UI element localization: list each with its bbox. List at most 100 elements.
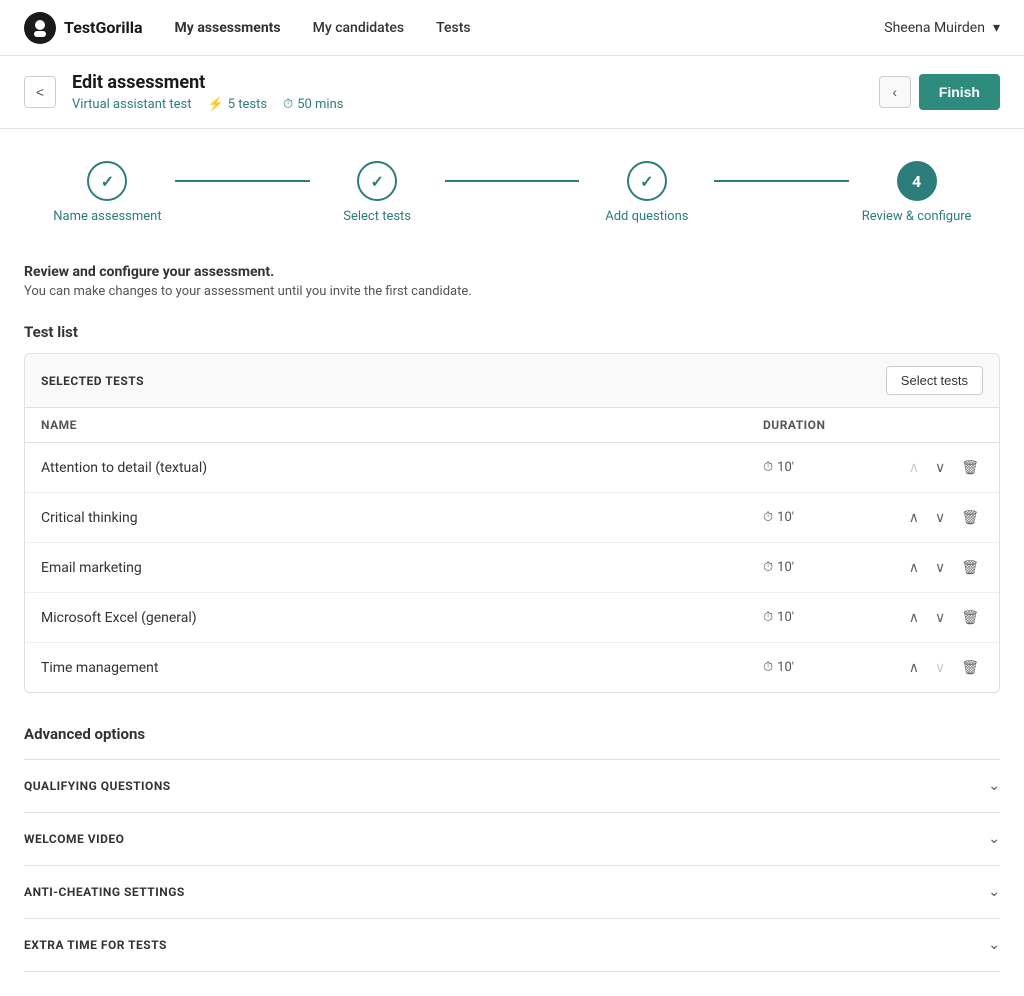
table-row: Microsoft Excel (general) ⏱ 10' ∧ ∨ 🗑 (25, 593, 999, 643)
duration-value: 50 mins (297, 97, 343, 112)
delete-button-1[interactable]: 🗑 (957, 507, 983, 528)
delete-button-2[interactable]: 🗑 (957, 557, 983, 578)
stepper: ✓ Name assessment ✓ Select tests ✓ Add q… (0, 129, 1024, 240)
user-name: Sheena Muirden (884, 20, 985, 36)
move-up-button-1[interactable]: ∧ (905, 507, 923, 528)
welcome-video-label: WELCOME VIDEO (24, 832, 124, 846)
main-content: Review and configure your assessment. Yo… (0, 240, 1024, 996)
delete-button-0[interactable]: 🗑 (957, 457, 983, 478)
user-menu[interactable]: Sheena Muirden ▾ (884, 20, 1000, 36)
test-list-title: Test list (24, 323, 1000, 341)
test-actions-2: ∧ ∨ 🗑 (883, 557, 983, 578)
tests-count-meta: ⚡ 5 tests (208, 97, 268, 112)
col-name-header: NAME (41, 418, 763, 432)
anti-cheating-toggle[interactable]: ANTI-CHEATING SETTINGS ⌄ (24, 866, 1000, 919)
finish-button[interactable]: Finish (919, 74, 1000, 110)
move-down-button-1[interactable]: ∨ (931, 507, 949, 528)
header-left: < Edit assessment Virtual assistant test… (24, 72, 343, 112)
nav-my-assessments[interactable]: My assessments (175, 20, 281, 36)
duration-value-3: 10' (777, 610, 794, 625)
tests-icon: ⚡ (208, 97, 224, 112)
move-down-button-0[interactable]: ∨ (931, 457, 949, 478)
table-row: Attention to detail (textual) ⏱ 10' ∧ ∨ … (25, 443, 999, 493)
navbar-left: TestGorilla My assessments My candidates… (24, 12, 471, 44)
test-duration-2: ⏱ 10' (763, 560, 883, 575)
chevron-down-icon-0: ⌄ (988, 778, 1000, 794)
delete-button-3[interactable]: 🗑 (957, 607, 983, 628)
review-subtitle: You can make changes to your assessment … (24, 284, 1000, 299)
clock-icon-4: ⏱ (763, 660, 773, 675)
nav-tests[interactable]: Tests (436, 20, 470, 36)
step-line-1 (175, 180, 310, 182)
table-row: Critical thinking ⏱ 10' ∧ ∨ 🗑 (25, 493, 999, 543)
test-table: NAME DURATION Attention to detail (textu… (25, 408, 999, 692)
move-up-button-0[interactable]: ∧ (905, 457, 923, 478)
user-chevron-icon: ▾ (993, 20, 1000, 36)
logo-text: TestGorilla (64, 18, 143, 37)
qualifying-questions-label: QUALIFYING QUESTIONS (24, 779, 171, 793)
test-name-1: Critical thinking (41, 510, 763, 526)
extra-time-label: EXTRA TIME FOR TESTS (24, 938, 167, 952)
step-4-circle: 4 (897, 161, 937, 201)
chevron-down-icon-2: ⌄ (988, 884, 1000, 900)
step-line-3 (714, 180, 849, 182)
move-down-button-3[interactable]: ∨ (931, 607, 949, 628)
navbar: TestGorilla My assessments My candidates… (0, 0, 1024, 56)
table-row: Time management ⏱ 10' ∧ ∨ 🗑 (25, 643, 999, 692)
extra-time-toggle[interactable]: EXTRA TIME FOR TESTS ⌄ (24, 919, 1000, 972)
test-duration-3: ⏱ 10' (763, 610, 883, 625)
step-2-label: Select tests (343, 209, 411, 224)
duration-meta: ⏱ 50 mins (283, 97, 343, 112)
tests-count-value: 5 tests (228, 97, 267, 112)
assessment-subtitle: Virtual assistant test (72, 97, 192, 112)
header-right: ‹ Finish (879, 74, 1000, 110)
test-actions-0: ∧ ∨ 🗑 (883, 457, 983, 478)
clock-icon-3: ⏱ (763, 610, 773, 625)
test-name-2: Email marketing (41, 560, 763, 576)
move-down-button-4[interactable]: ∨ (931, 657, 949, 678)
select-tests-button[interactable]: Select tests (886, 366, 983, 395)
step-line-2 (445, 180, 580, 182)
duration-value-0: 10' (777, 460, 794, 475)
move-up-button-4[interactable]: ∧ (905, 657, 923, 678)
header-info: Edit assessment Virtual assistant test ⚡… (72, 72, 343, 112)
step-1-circle: ✓ (87, 161, 127, 201)
clock-icon-0: ⏱ (763, 460, 773, 475)
table-row: Email marketing ⏱ 10' ∧ ∨ 🗑 (25, 543, 999, 593)
move-up-button-2[interactable]: ∧ (905, 557, 923, 578)
test-name-0: Attention to detail (textual) (41, 460, 763, 476)
advanced-section: QUALIFYING QUESTIONS ⌄ WELCOME VIDEO ⌄ A… (24, 759, 1000, 972)
chevron-down-icon-3: ⌄ (988, 937, 1000, 953)
duration-value-4: 10' (777, 660, 794, 675)
step-1-label: Name assessment (53, 209, 161, 224)
subtitle-text: Virtual assistant test (72, 97, 192, 112)
step-2-circle: ✓ (357, 161, 397, 201)
test-actions-4: ∧ ∨ 🗑 (883, 657, 983, 678)
chevron-down-icon-1: ⌄ (988, 831, 1000, 847)
col-duration-header: DURATION (763, 418, 883, 432)
page-title: Edit assessment (72, 72, 343, 93)
step-3-label: Add questions (605, 209, 688, 224)
header-bar: < Edit assessment Virtual assistant test… (0, 56, 1024, 129)
nav-my-candidates[interactable]: My candidates (313, 20, 405, 36)
qualifying-questions-toggle[interactable]: QUALIFYING QUESTIONS ⌄ (24, 760, 1000, 813)
test-name-3: Microsoft Excel (general) (41, 610, 763, 626)
clock-icon-2: ⏱ (763, 560, 773, 575)
step-4-label: Review & configure (862, 209, 972, 224)
move-down-button-2[interactable]: ∨ (931, 557, 949, 578)
step-1: ✓ Name assessment (40, 161, 175, 224)
header-prev-button[interactable]: ‹ (879, 76, 911, 108)
move-up-button-3[interactable]: ∧ (905, 607, 923, 628)
test-actions-3: ∧ ∨ 🗑 (883, 607, 983, 628)
welcome-video-toggle[interactable]: WELCOME VIDEO ⌄ (24, 813, 1000, 866)
test-list-container: SELECTED TESTS Select tests NAME DURATIO… (24, 353, 1000, 693)
step-3-circle: ✓ (627, 161, 667, 201)
step-2: ✓ Select tests (310, 161, 445, 224)
selected-tests-label: SELECTED TESTS (41, 374, 144, 388)
header-meta: Virtual assistant test ⚡ 5 tests ⏱ 50 mi… (72, 97, 343, 112)
logo[interactable]: TestGorilla (24, 12, 143, 44)
header-back-button[interactable]: < (24, 76, 56, 108)
delete-button-4[interactable]: 🗑 (957, 657, 983, 678)
clock-icon: ⏱ (283, 97, 293, 112)
test-table-head: NAME DURATION (25, 408, 999, 443)
